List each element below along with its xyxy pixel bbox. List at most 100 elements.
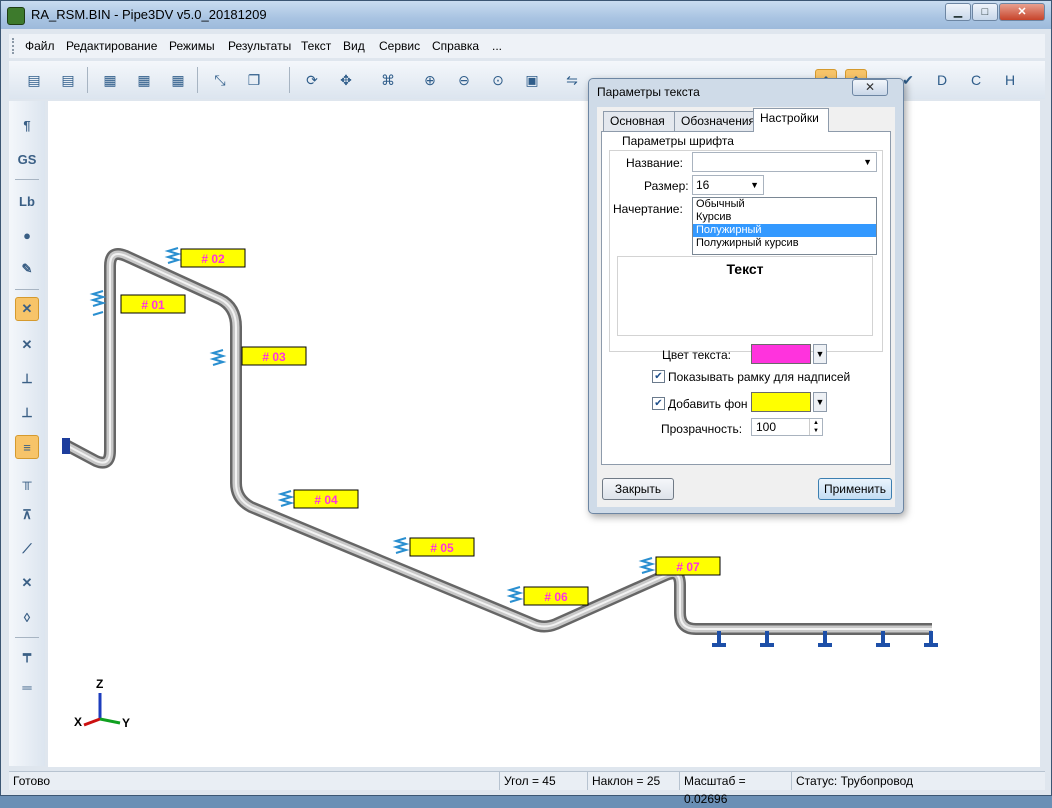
axis-triad: Z X Y [74, 677, 130, 730]
tool-hz-icon[interactable]: H [999, 69, 1021, 91]
pipe-end-cap [62, 438, 70, 454]
status-angle: Угол = 45 [499, 772, 587, 790]
spin-down-icon[interactable]: ▼ [809, 427, 822, 435]
menu-service[interactable]: Сервис [379, 39, 420, 53]
show-frame-label: Показывать рамку для надписей [668, 370, 851, 384]
font-name-label: Название: [626, 156, 683, 170]
copy-icon[interactable]: ❐ [243, 69, 265, 91]
add-bg-checkbox[interactable]: ✔ [652, 397, 665, 410]
menu-edit[interactable]: Редактирование [66, 39, 157, 53]
spin-up-icon[interactable]: ▲ [809, 419, 822, 427]
zoom-extent-icon[interactable]: ⤡ [209, 69, 231, 91]
tab-designations[interactable]: Обозначения [674, 111, 755, 131]
select-icon[interactable]: ⌘ [377, 69, 399, 91]
export-daf-icon[interactable]: ▦ [99, 69, 121, 91]
apply-button[interactable]: Применить [818, 478, 892, 500]
menu-view[interactable]: Вид [343, 39, 365, 53]
status-tilt: Наклон = 25 [587, 772, 679, 790]
bg-color-swatch[interactable] [751, 392, 811, 412]
show-frame-checkbox[interactable]: ✔ [652, 370, 665, 383]
flange-icon[interactable]: ✕ [15, 571, 39, 595]
paragraph-icon[interactable]: ¶ [15, 113, 39, 137]
style-option-bold[interactable]: Полужирный [693, 224, 876, 237]
minimize-button[interactable]: ▁ [945, 3, 971, 21]
text-color-swatch[interactable] [751, 344, 811, 364]
font-name-select[interactable]: ▼ [692, 152, 877, 172]
toolbar-separator [289, 67, 290, 93]
hanger-icon[interactable]: ╥ [15, 469, 39, 493]
maximize-button[interactable]: □ [972, 3, 998, 21]
style-option-regular[interactable]: Обычный [693, 198, 876, 211]
ball-icon[interactable]: ● [15, 223, 39, 247]
zoom-in-icon[interactable]: ⊕ [419, 69, 441, 91]
settings-panel: Параметры шрифта Название: ▼ Размер: 16 … [601, 131, 891, 465]
status-ready: Готово [13, 774, 51, 788]
rotate-icon[interactable]: ⟳ [301, 69, 323, 91]
tag-03-text: # 03 [262, 350, 286, 364]
left-separator [15, 637, 39, 638]
open-recent-icon[interactable]: ▤ [57, 69, 79, 91]
add-bg-label: Добавить фон [668, 397, 748, 411]
menu-results[interactable]: Результаты [228, 39, 291, 53]
valve-icon[interactable]: ⊼ [15, 503, 39, 527]
bend-icon[interactable]: ⟋ [15, 537, 39, 561]
font-size-value: 16 [696, 178, 710, 192]
spring-support-icon[interactable]: ≡ [15, 435, 39, 459]
left-separator [15, 179, 39, 180]
support-icon[interactable]: ✕ [15, 333, 39, 357]
export-bmp-icon[interactable]: ▦ [133, 69, 155, 91]
style-option-italic[interactable]: Курсив [693, 211, 876, 224]
toolbar-separator [197, 67, 198, 93]
style-option-bold-italic[interactable]: Полужирный курсив [693, 237, 876, 250]
tab-settings[interactable]: Настройки [753, 108, 829, 132]
menu-grip [12, 38, 17, 54]
menu-text[interactable]: Текст [301, 39, 331, 53]
guide-icon[interactable]: ⊥ [15, 401, 39, 425]
wand-icon[interactable]: ✎ [15, 257, 39, 281]
title-bar: RA_RSM.BIN - Pipe3DV v5.0_20181209 ▁ □ ✕ [1, 1, 1051, 29]
tag-02-text: # 02 [201, 252, 225, 266]
axis-z-label: Z [96, 677, 103, 691]
font-style-list[interactable]: Обычный Курсив Полужирный Полужирный кур… [692, 197, 877, 255]
chevron-down-icon: ▼ [863, 157, 872, 167]
text-color-dropdown[interactable]: ▼ [813, 344, 827, 364]
menu-help[interactable]: Справка [432, 39, 479, 53]
reducer-icon[interactable]: ◊ [15, 605, 39, 629]
dialog-close-button[interactable]: ✕ [852, 79, 888, 96]
measure-icon[interactable]: ⇋ [561, 69, 583, 91]
font-group-label: Параметры шрифта [620, 134, 736, 148]
axis-y-label: Y [122, 716, 130, 730]
zoom-out-icon[interactable]: ⊖ [453, 69, 475, 91]
close-dialog-button[interactable]: Закрыть [602, 478, 674, 500]
tag-07-text: # 07 [676, 560, 700, 574]
menu-modes[interactable]: Режимы [169, 39, 215, 53]
tee-icon[interactable]: ┯ [15, 643, 39, 667]
zoom-window-icon[interactable]: ⊙ [487, 69, 509, 91]
close-button[interactable]: ✕ [999, 3, 1045, 21]
tag-04-text: # 04 [314, 493, 338, 507]
left-separator [15, 289, 39, 290]
open-folder-icon[interactable]: ▤ [23, 69, 45, 91]
font-size-select[interactable]: 16 ▼ [692, 175, 764, 195]
pan-icon[interactable]: ✥ [335, 69, 357, 91]
export-icon[interactable]: ▦ [167, 69, 189, 91]
tool-c-icon[interactable]: C [965, 69, 987, 91]
anchor-icon[interactable]: ⊥ [15, 367, 39, 391]
menu-more[interactable]: ... [492, 39, 502, 53]
axis-x-label: X [74, 715, 82, 729]
menu-file[interactable]: Файл [25, 39, 55, 53]
menu-bar: Файл Редактирование Режимы Результаты Те… [9, 34, 1045, 58]
lb-icon[interactable]: Lb [15, 189, 39, 213]
status-scale: Масштаб = 0.02696 [679, 772, 791, 806]
zoom-fit-icon[interactable]: ▣ [521, 69, 543, 91]
tab-basic[interactable]: Основная [603, 111, 675, 131]
transparency-spinner[interactable]: 100 ▲ ▼ [751, 418, 823, 436]
window-title: RA_RSM.BIN - Pipe3DV v5.0_20181209 [31, 7, 267, 22]
level-icon[interactable]: ═ [15, 675, 39, 699]
tool-d-icon[interactable]: D [931, 69, 953, 91]
tag-06-text: # 06 [544, 590, 568, 604]
gs-icon[interactable]: GS [15, 147, 39, 171]
status-mode: Статус: Трубопровод [791, 772, 1031, 790]
cross-support-icon[interactable]: ✕ [15, 297, 39, 321]
bg-color-dropdown[interactable]: ▼ [813, 392, 827, 412]
